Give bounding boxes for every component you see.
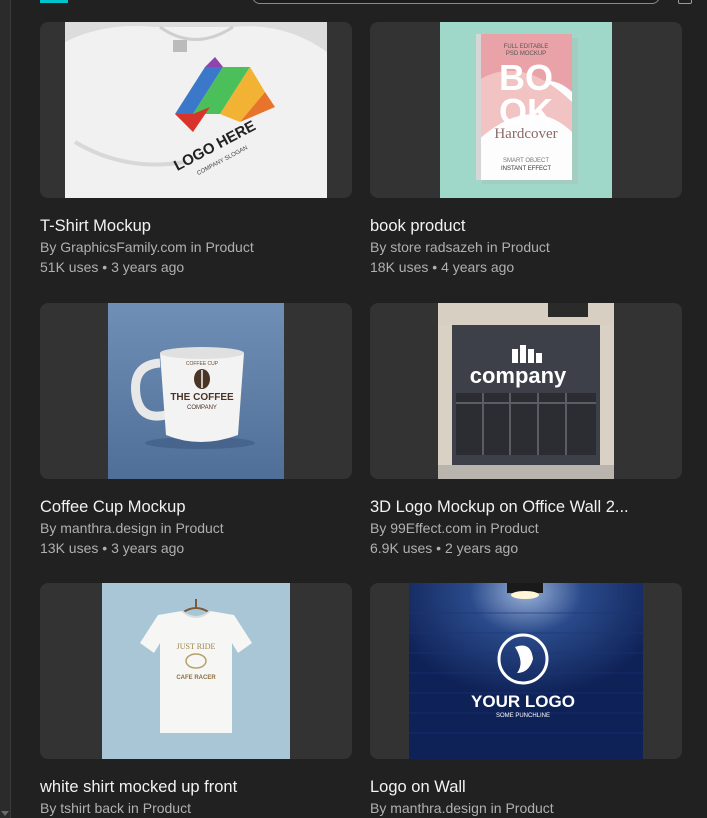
template-stats: 51K uses • 3 years ago	[40, 259, 185, 275]
category-link[interactable]: Product	[205, 239, 253, 255]
search-input[interactable]	[252, 0, 660, 4]
author-link[interactable]: manthra.design	[60, 520, 157, 536]
wall-logo-text: YOUR LOGO	[471, 692, 575, 711]
scroll-down-arrow-icon[interactable]	[1, 811, 9, 816]
book-line1: FULL EDITABLE	[504, 44, 549, 50]
template-title[interactable]: white shirt mocked up front	[40, 777, 352, 797]
filter-icon[interactable]	[678, 0, 692, 4]
template-byline: By tshirt back in Product	[40, 800, 191, 816]
mug-sub-text: COMPANY	[187, 405, 217, 411]
left-scroll-rail[interactable]	[0, 0, 11, 818]
book-image: FULL EDITABLE PSD MOCKUP BO OK Hardcover…	[440, 22, 612, 198]
category-link[interactable]: Product	[502, 239, 550, 255]
template-card[interactable]: JUST RIDE CAFE RACER white shirt mocked …	[40, 583, 352, 816]
author-link[interactable]: store radsazeh	[390, 239, 483, 255]
template-title[interactable]: T-Shirt Mockup	[40, 216, 352, 236]
category-link[interactable]: Product	[490, 520, 538, 536]
book-small2: INSTANT EFFECT	[501, 166, 551, 172]
category-link[interactable]: Product	[505, 800, 553, 816]
template-thumbnail[interactable]: YOUR LOGO SOME PUNCHLINE	[370, 583, 682, 759]
template-title[interactable]: 3D Logo Mockup on Office Wall 2...	[370, 497, 682, 517]
template-stats: 13K uses • 3 years ago	[40, 540, 185, 556]
mug-brand-text: THE COFFEE	[170, 392, 234, 403]
template-stats: 6.9K uses • 2 years ago	[370, 540, 519, 556]
template-thumbnail[interactable]: FULL EDITABLE PSD MOCKUP BO OK Hardcover…	[370, 22, 682, 198]
template-title[interactable]: Logo on Wall	[370, 777, 682, 797]
tshirt-image: LOGO HERE COMPANY SLOGAN	[65, 22, 327, 198]
author-link[interactable]: manthra.design	[390, 800, 487, 816]
book-sub: Hardcover	[494, 126, 557, 142]
template-card[interactable]: company 3D Logo Mockup on Office Wall 2.…	[370, 303, 682, 556]
white-shirt-image: JUST RIDE CAFE RACER	[102, 583, 290, 759]
template-byline: By manthra.design in Product	[40, 520, 224, 536]
store-sign-text: company	[470, 363, 567, 388]
template-byline: By store radsazeh in Product	[370, 239, 550, 255]
category-link[interactable]: Product	[143, 800, 191, 816]
author-link[interactable]: GraphicsFamily.com	[60, 239, 187, 255]
book-small1: SMART OBJECT	[503, 158, 549, 164]
category-link[interactable]: Product	[175, 520, 223, 536]
template-card[interactable]: LOGO HERE COMPANY SLOGAN T-Shirt Mockup …	[40, 22, 352, 275]
template-byline: By manthra.design in Product	[370, 800, 554, 816]
shirt-print-line1: JUST RIDE	[177, 642, 216, 651]
template-thumbnail[interactable]: COFFEE CUP THE COFFEE COMPANY	[40, 303, 352, 479]
template-thumbnail[interactable]: JUST RIDE CAFE RACER	[40, 583, 352, 759]
template-card[interactable]: FULL EDITABLE PSD MOCKUP BO OK Hardcover…	[370, 22, 682, 275]
logo-wall-image: YOUR LOGO SOME PUNCHLINE	[409, 583, 643, 759]
template-card[interactable]: COFFEE CUP THE COFFEE COMPANY Coffee Cup…	[40, 303, 352, 556]
template-stats: 18K uses • 4 years ago	[370, 259, 515, 275]
author-link[interactable]: 99Effect.com	[390, 520, 471, 536]
author-link[interactable]: tshirt back	[60, 800, 124, 816]
template-title[interactable]: book product	[370, 216, 682, 236]
template-thumbnail[interactable]: LOGO HERE COMPANY SLOGAN	[40, 22, 352, 198]
template-byline: By GraphicsFamily.com in Product	[40, 239, 254, 255]
template-card[interactable]: YOUR LOGO SOME PUNCHLINE Logo on Wall By…	[370, 583, 682, 816]
mug-arc-text: COFFEE CUP	[186, 361, 219, 367]
template-byline: By 99Effect.com in Product	[370, 520, 539, 536]
shirt-print-line2: CAFE RACER	[176, 675, 216, 681]
coffee-mug-image: COFFEE CUP THE COFFEE COMPANY	[108, 303, 284, 479]
wall-logo-sub: SOME PUNCHLINE	[496, 713, 550, 719]
template-title[interactable]: Coffee Cup Mockup	[40, 497, 352, 517]
template-thumbnail[interactable]: company	[370, 303, 682, 479]
brand-accent-bar	[40, 0, 68, 3]
office-storefront-image: company	[438, 303, 614, 479]
